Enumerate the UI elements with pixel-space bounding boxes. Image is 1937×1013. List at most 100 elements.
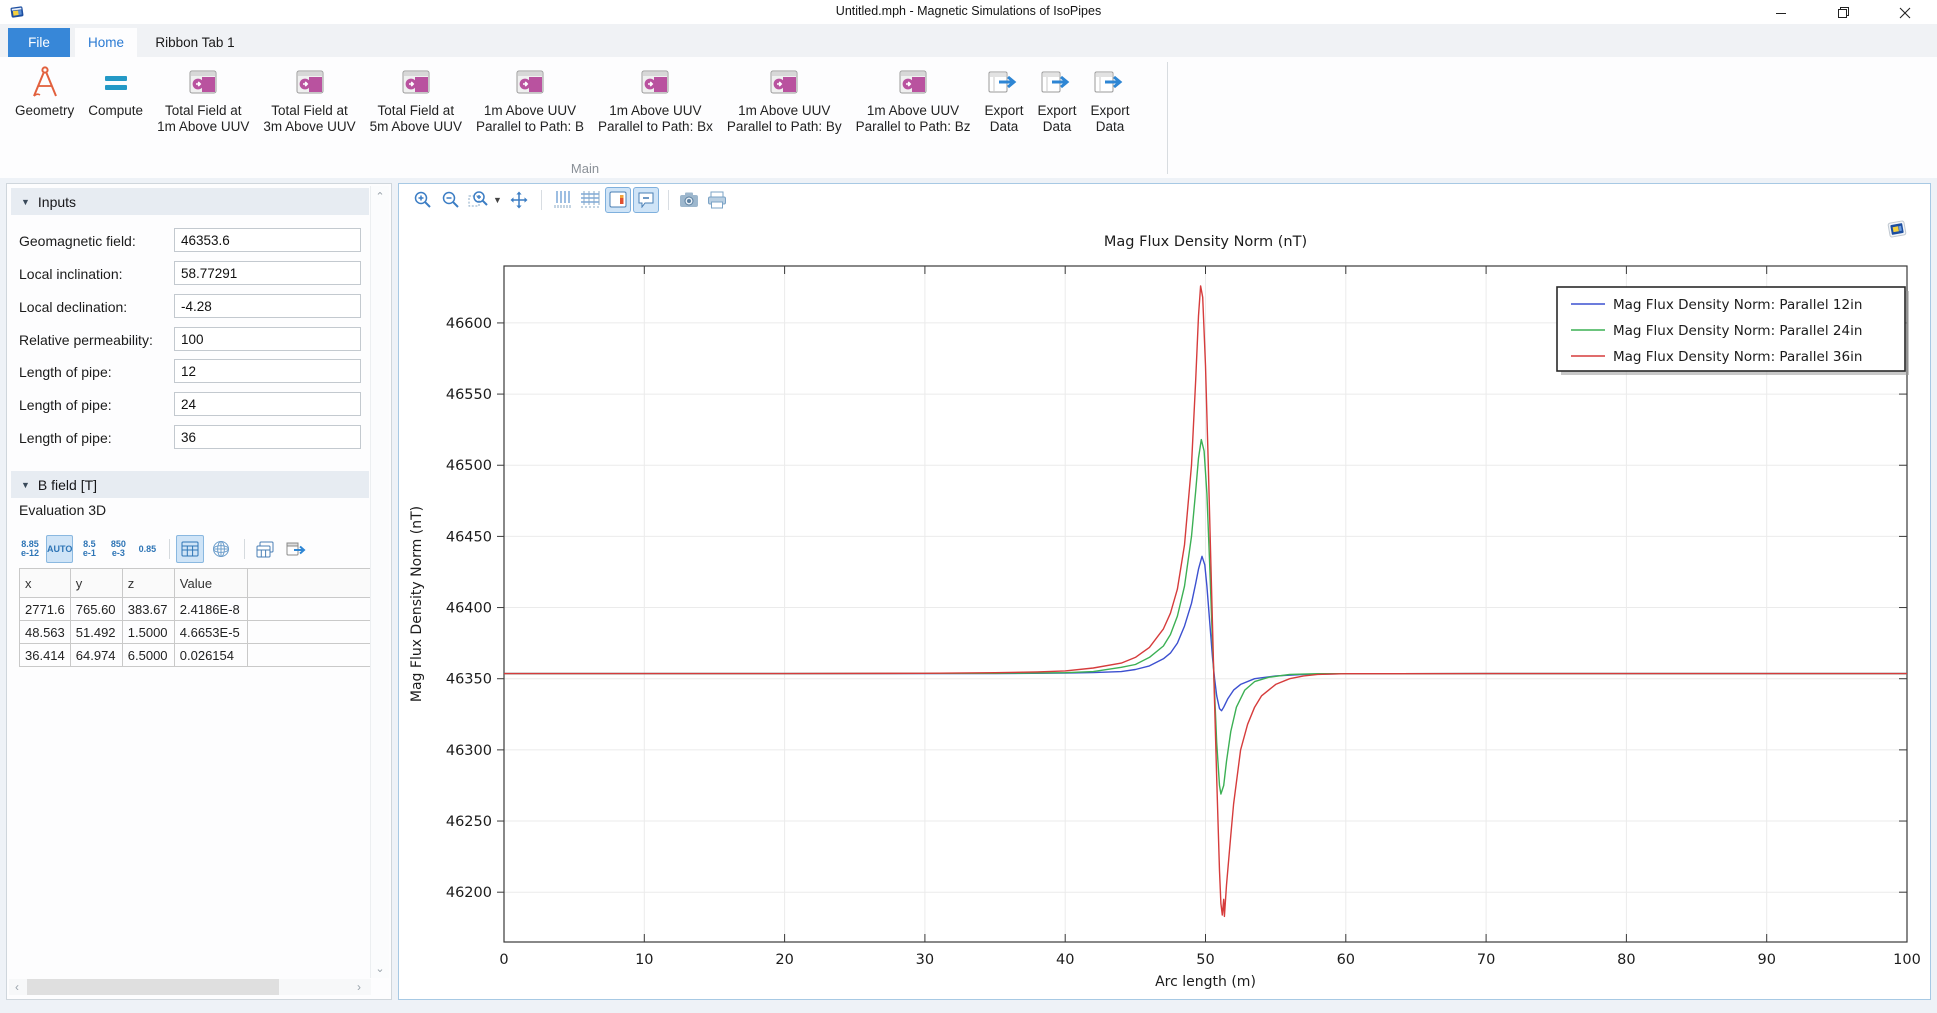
- zoom-dropdown-caret-icon[interactable]: ▼: [493, 195, 502, 205]
- pipe-length-12-input[interactable]: [174, 359, 361, 383]
- window-title: Untitled.mph - Magnetic Simulations of I…: [0, 4, 1937, 18]
- settings-horizontal-scrollbar[interactable]: ‹ ›: [9, 979, 371, 995]
- grid-icon: [580, 190, 600, 209]
- scroll-right-icon[interactable]: ›: [351, 979, 367, 995]
- geometry-button[interactable]: Geometry: [8, 59, 81, 119]
- tooltip-toggle-button[interactable]: [633, 187, 659, 213]
- section-title: B field [T]: [38, 477, 97, 493]
- section-title: Inputs: [38, 194, 76, 210]
- button-label: Export: [1091, 103, 1130, 119]
- precision-850e-3-button[interactable]: 850 e-3: [105, 535, 131, 563]
- table-header-row: x y z Value: [20, 569, 387, 598]
- color-legend-toggle-button[interactable]: [605, 187, 631, 213]
- col-header-z[interactable]: z: [122, 569, 174, 598]
- ribbon: Geometry Compute Total Field at 1m Above…: [0, 57, 1937, 179]
- field-geomagnetic: Geomagnetic field:: [7, 228, 373, 254]
- field-inclination: Local inclination:: [7, 261, 373, 287]
- local-inclination-input[interactable]: [174, 261, 361, 285]
- zoom-in-button[interactable]: [409, 187, 435, 213]
- print-button[interactable]: [704, 187, 730, 213]
- zoom-out-button[interactable]: [437, 187, 463, 213]
- button-label: 1m Above UUV: [609, 103, 701, 119]
- field-pipe-36: Length of pipe:: [7, 425, 373, 451]
- relative-permeability-input[interactable]: [174, 327, 361, 351]
- tab-home[interactable]: Home: [75, 28, 137, 57]
- minimize-button[interactable]: [1758, 0, 1804, 26]
- geomagnetic-field-input[interactable]: [174, 228, 361, 252]
- sphere-plot-button[interactable]: [207, 535, 235, 563]
- precision-auto-button[interactable]: AUTO: [46, 535, 73, 563]
- settings-vertical-scrollbar[interactable]: ⌃ ⌄: [370, 186, 389, 978]
- button-label: Compute: [88, 103, 143, 119]
- parallel-path-bx-button[interactable]: 1m Above UUV Parallel to Path: Bx: [591, 59, 720, 135]
- bfield-section-header[interactable]: ▼ B field [T]: [11, 471, 369, 498]
- parallel-path-bz-button[interactable]: 1m Above UUV Parallel to Path: Bz: [849, 59, 978, 135]
- export-table-button[interactable]: [282, 535, 310, 563]
- compute-equals-icon: [101, 62, 131, 102]
- table-row[interactable]: 36.41464.9746.50000.026154: [20, 644, 387, 667]
- scroll-down-icon[interactable]: ⌄: [371, 960, 389, 976]
- table-view-button[interactable]: [176, 535, 204, 563]
- export-data-icon: [1093, 62, 1127, 102]
- field-declination: Local declination:: [7, 294, 373, 320]
- y-tick-label: 46550: [446, 387, 492, 403]
- precision-8.5e-1-button[interactable]: 8.5 e-1: [76, 535, 102, 563]
- y-axis-label: Mag Flux Density Norm (nT): [409, 506, 425, 702]
- scrollbar-thumb[interactable]: [27, 979, 279, 995]
- field-label: Relative permeability:: [19, 332, 153, 348]
- tab-ribbon-tab-1[interactable]: Ribbon Tab 1: [142, 28, 248, 57]
- x-tick-label: 60: [1337, 952, 1355, 968]
- y-tick-label: 46300: [446, 743, 492, 759]
- plot-window-icon: [640, 62, 670, 102]
- legend-entry-label: Mag Flux Density Norm: Parallel 12in: [1613, 297, 1862, 313]
- ribbon-group-main-label: Main: [520, 161, 650, 176]
- scroll-up-icon[interactable]: ⌃: [371, 188, 389, 204]
- table-row[interactable]: 2771.6765.60383.672.4186E-8: [20, 598, 387, 621]
- button-label: Parallel to Path: By: [727, 119, 842, 135]
- precision-0.85-button[interactable]: 0.85: [134, 535, 160, 563]
- table-row[interactable]: 48.56351.4921.50004.6653E-5: [20, 621, 387, 644]
- evaluation-toolbar: 8.85 e-12 AUTO 8.5 e-1 850 e-3 0.85: [17, 534, 313, 564]
- precision-8.85e-12-button[interactable]: 8.85 e-12: [17, 535, 43, 563]
- zoom-box-button[interactable]: [465, 187, 491, 213]
- inputs-section-header[interactable]: ▼ Inputs: [11, 188, 369, 215]
- col-header-value[interactable]: Value: [174, 569, 247, 598]
- total-field-5m-button[interactable]: Total Field at 5m Above UUV: [363, 59, 469, 135]
- pipe-length-36-input[interactable]: [174, 425, 361, 449]
- total-field-3m-button[interactable]: Total Field at 3m Above UUV: [256, 59, 362, 135]
- zoom-extents-button[interactable]: [506, 187, 532, 213]
- col-header-y[interactable]: y: [70, 569, 122, 598]
- line-chart[interactable]: 0102030405060708090100462004625046300463…: [399, 215, 1930, 999]
- plot-window-icon: [898, 62, 928, 102]
- local-declination-input[interactable]: [174, 294, 361, 318]
- tab-file[interactable]: File: [8, 28, 70, 57]
- parallel-path-by-button[interactable]: 1m Above UUV Parallel to Path: By: [720, 59, 849, 135]
- export-arrow-icon: [286, 541, 307, 557]
- graphics-toolbar: ▼: [399, 184, 1930, 215]
- toolbar-separator: [668, 190, 669, 210]
- copy-table-button[interactable]: [251, 535, 279, 563]
- x-tick-label: 70: [1477, 952, 1495, 968]
- pipe-length-24-input[interactable]: [174, 392, 361, 416]
- button-label: Data: [1096, 119, 1125, 135]
- export-data-button-1[interactable]: Export Data: [977, 59, 1030, 135]
- snapshot-button[interactable]: [676, 187, 702, 213]
- restore-button[interactable]: [1820, 0, 1866, 26]
- export-data-icon: [987, 62, 1021, 102]
- undock-window-icon[interactable]: [1886, 218, 1909, 239]
- axis-limits-button[interactable]: [549, 187, 575, 213]
- export-data-button-2[interactable]: Export Data: [1030, 59, 1083, 135]
- total-field-1m-button[interactable]: Total Field at 1m Above UUV: [150, 59, 256, 135]
- x-tick-label: 80: [1617, 952, 1635, 968]
- grid-button[interactable]: [577, 187, 603, 213]
- button-label: Export: [984, 103, 1023, 119]
- settings-panel: ▼ Inputs Geomagnetic field: Local inclin…: [6, 183, 392, 1000]
- col-header-x[interactable]: x: [20, 569, 71, 598]
- y-tick-label: 46200: [446, 885, 492, 901]
- printer-icon: [707, 191, 727, 209]
- export-data-button-3[interactable]: Export Data: [1084, 59, 1137, 135]
- scroll-left-icon[interactable]: ‹: [9, 979, 25, 995]
- parallel-path-b-button[interactable]: 1m Above UUV Parallel to Path: B: [469, 59, 591, 135]
- close-button[interactable]: [1882, 0, 1928, 26]
- compute-button[interactable]: Compute: [81, 59, 150, 119]
